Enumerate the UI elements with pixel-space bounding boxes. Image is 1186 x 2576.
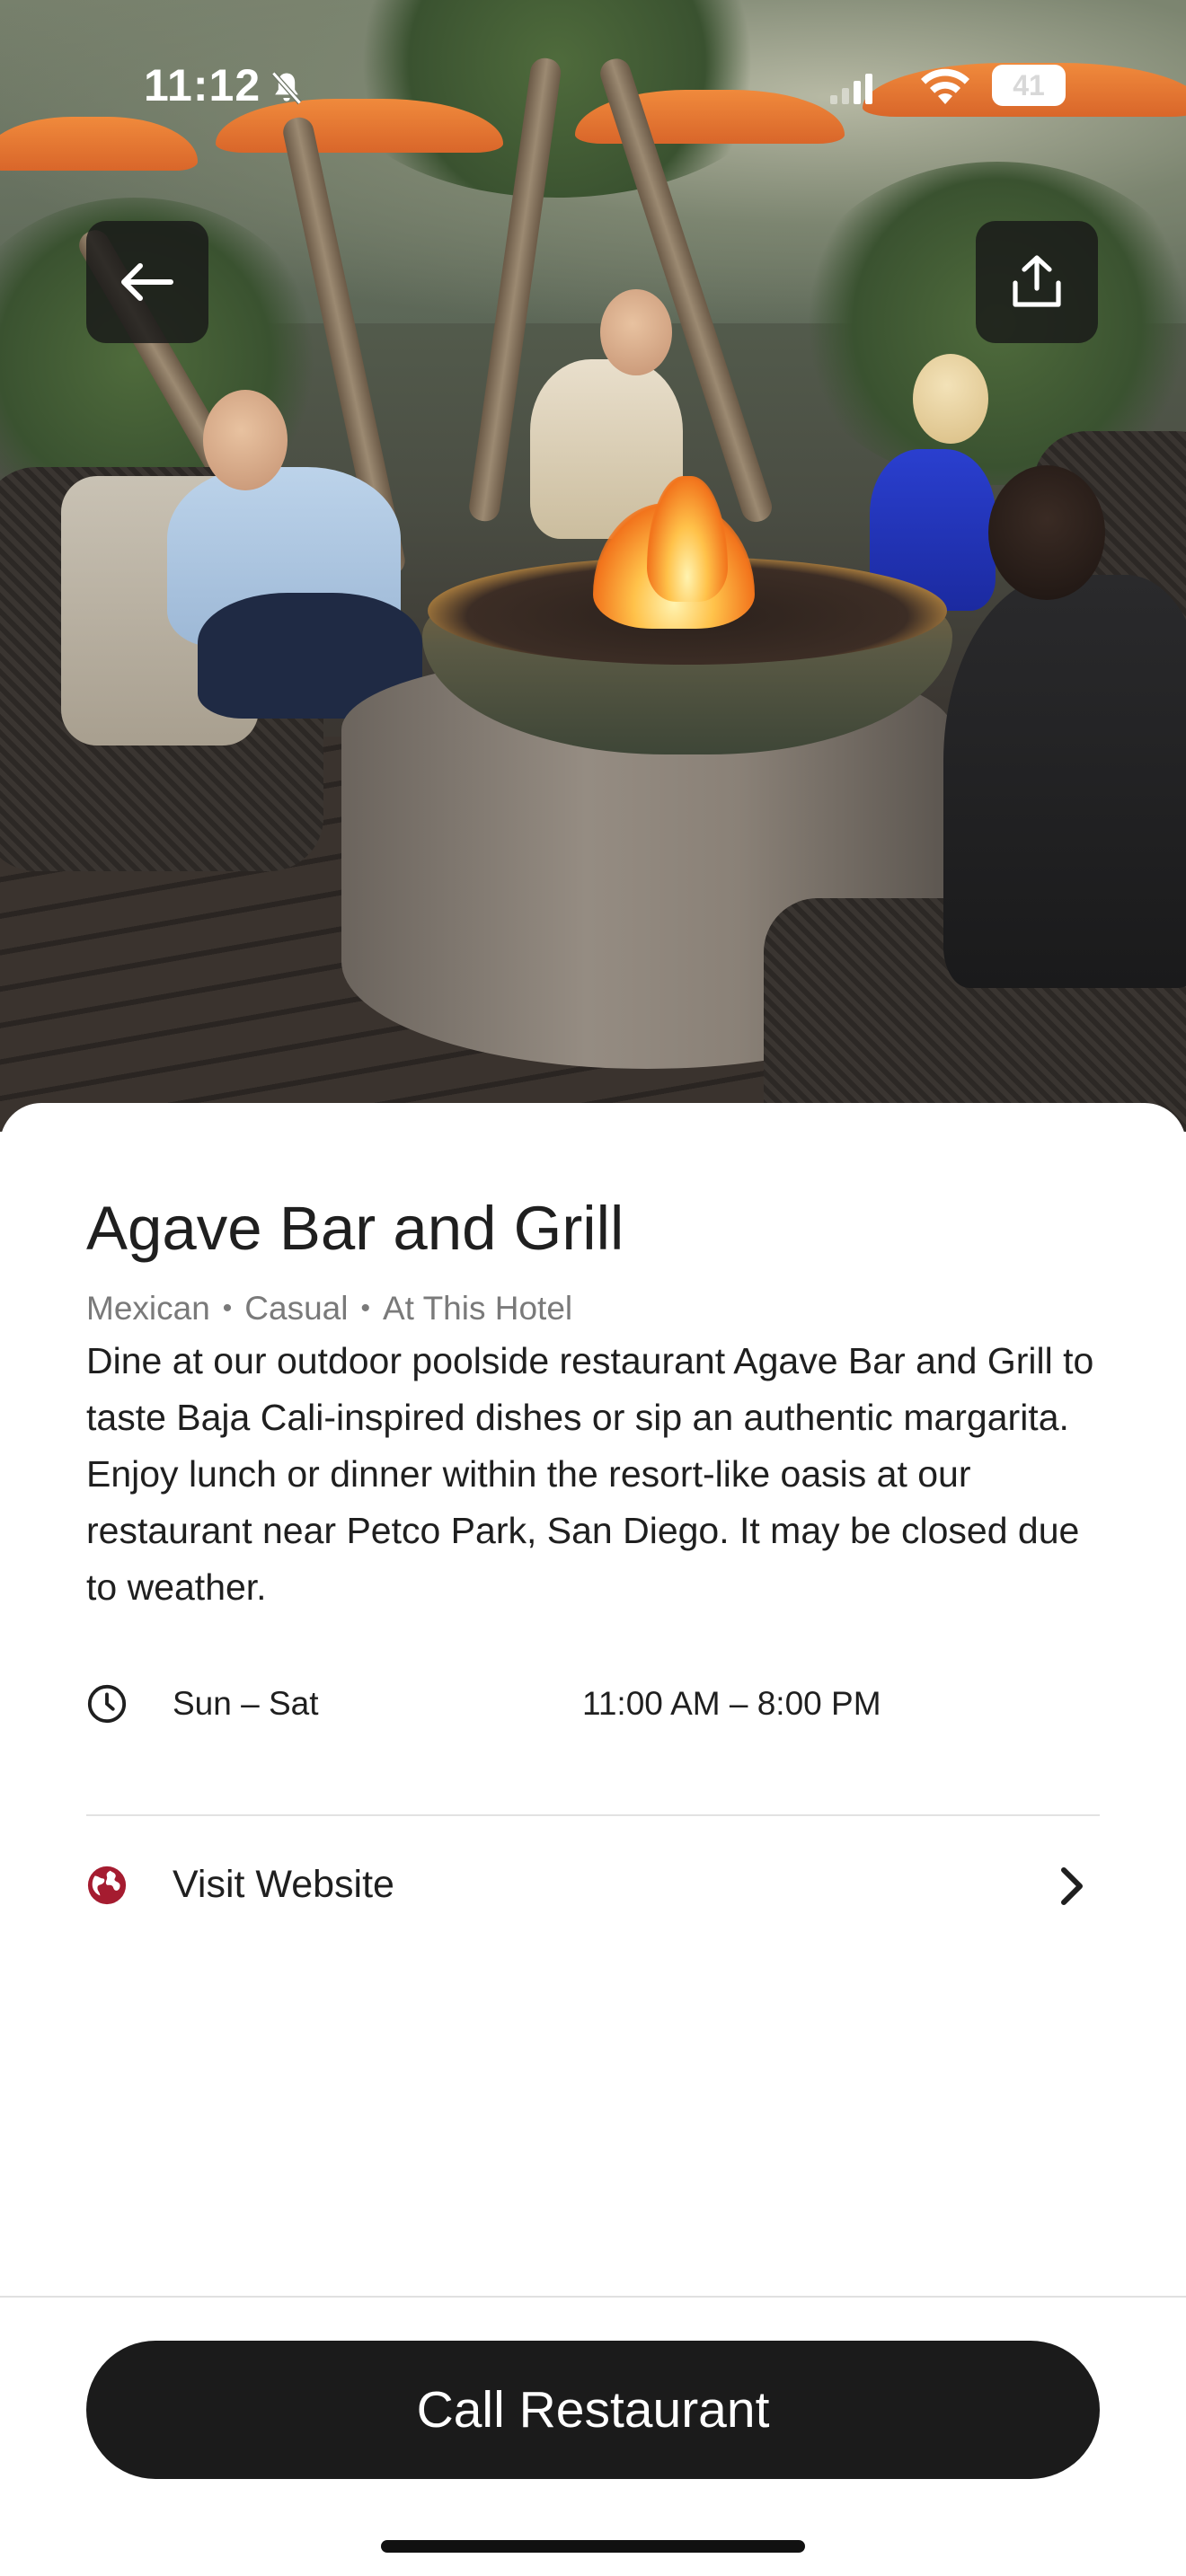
arrow-left-icon [121, 263, 173, 301]
share-upload-icon [1013, 255, 1061, 307]
share-button[interactable] [976, 221, 1098, 343]
visit-website-label: Visit Website [173, 1863, 394, 1906]
tag-separator: • [222, 1293, 233, 1323]
tag-separator: • [360, 1293, 370, 1323]
hours-days: Sun – Sat [173, 1685, 319, 1722]
chevron-right-icon [1061, 1867, 1083, 1905]
restaurant-description: Dine at our outdoor poolside restaurant … [86, 1340, 1094, 1608]
battery-level: 41 [1013, 68, 1045, 101]
visit-website-link[interactable]: Visit Website [86, 1852, 1100, 1920]
cellular-signal-icon [830, 74, 872, 104]
restaurant-name: Agave Bar and Grill [86, 1194, 624, 1263]
back-button[interactable] [86, 221, 208, 343]
tag-location: At This Hotel [383, 1290, 573, 1327]
status-time: 11:12 [144, 60, 261, 110]
globe-icon [87, 1866, 127, 1905]
person-head [913, 354, 988, 444]
tag-style: Casual [244, 1290, 349, 1327]
clock-icon [87, 1684, 127, 1724]
person-head [988, 465, 1105, 600]
tag-cuisine: Mexican [86, 1290, 210, 1327]
battery-icon: 41 [992, 65, 1066, 106]
opening-hours: Sun – Sat 11:00 AM – 8:00 PM [86, 1676, 1100, 1735]
bottom-divider [0, 2296, 1186, 2298]
bell-muted-icon [271, 71, 302, 105]
call-restaurant-button[interactable]: Call Restaurant [86, 2341, 1100, 2479]
status-bar: 11:12 41 [0, 0, 1186, 180]
person-head [600, 289, 672, 375]
home-indicator[interactable] [381, 2540, 805, 2553]
restaurant-tags: Mexican • Casual • At This Hotel [86, 1290, 572, 1328]
divider [86, 1814, 1100, 1816]
wifi-icon [921, 68, 969, 104]
hours-times: 11:00 AM – 8:00 PM [582, 1685, 881, 1722]
person-head [203, 390, 288, 490]
person [943, 575, 1186, 988]
